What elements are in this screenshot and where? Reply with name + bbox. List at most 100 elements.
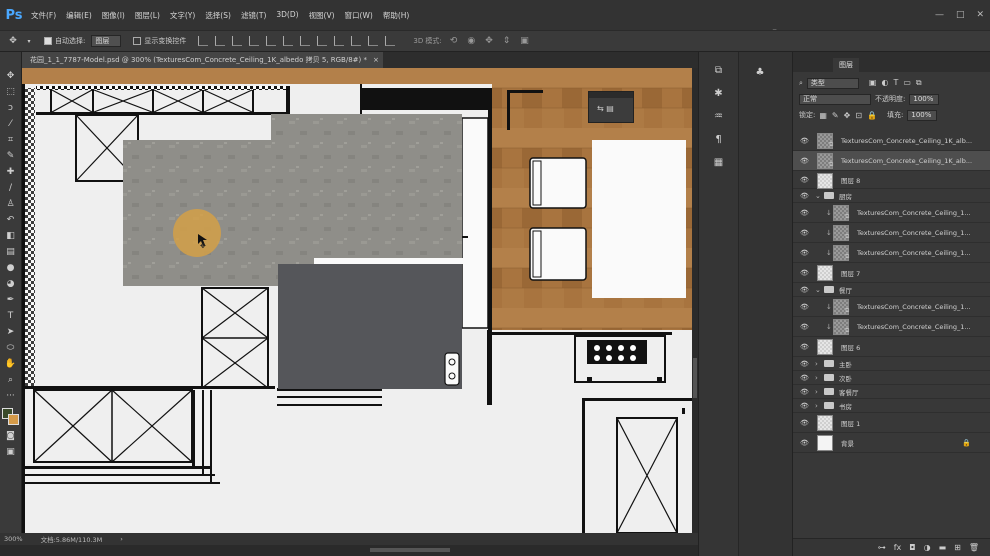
slide-3d-icon[interactable]: ⇕: [503, 36, 511, 46]
chevron-right-icon[interactable]: ›: [815, 360, 823, 368]
opacity-field[interactable]: 100%: [909, 93, 940, 105]
dodge-tool-icon[interactable]: ◕: [4, 278, 18, 290]
lock-all-icon[interactable]: 🔒: [867, 111, 877, 120]
distribute-left-icon[interactable]: [351, 36, 362, 46]
layer-row[interactable]: 👁 背景 🔒: [793, 433, 990, 453]
move-tool-icon[interactable]: ✥: [4, 70, 18, 82]
minimize-icon[interactable]: —: [935, 10, 944, 20]
fx-icon[interactable]: fx: [894, 543, 902, 552]
new-layer-icon[interactable]: ⊞: [954, 543, 961, 552]
distribute-vcenter-icon[interactable]: [317, 36, 328, 46]
zoom-level[interactable]: 300%: [4, 535, 23, 543]
align-right-icon[interactable]: [283, 36, 294, 46]
auto-select-dropdown[interactable]: 图层: [91, 35, 122, 47]
status-arrow-icon[interactable]: ›: [120, 535, 123, 543]
visibility-eye-icon[interactable]: 👁: [800, 192, 810, 200]
crop-tool-icon[interactable]: ⌗: [4, 134, 18, 146]
quick-mask-icon[interactable]: ◙: [4, 430, 18, 442]
align-bottom-icon[interactable]: [232, 36, 243, 46]
gradient-tool-icon[interactable]: ▤: [4, 246, 18, 258]
menu-item-2[interactable]: 图像(I): [97, 10, 130, 21]
menu-item-6[interactable]: 滤镜(T): [236, 10, 271, 21]
layer-row[interactable]: 👁 图层 7: [793, 263, 990, 283]
chevron-right-icon[interactable]: ›: [815, 374, 823, 382]
visibility-eye-icon[interactable]: 👁: [800, 402, 810, 410]
visibility-eye-icon[interactable]: 👁: [800, 343, 810, 351]
lock-artboard-icon[interactable]: ⊡: [855, 111, 862, 120]
visibility-eye-icon[interactable]: 👁: [800, 137, 810, 145]
layer-group-row[interactable]: 👁 › 客餐厅: [793, 385, 990, 399]
align-vcenter-icon[interactable]: [215, 36, 226, 46]
menu-item-3[interactable]: 图层(L): [130, 10, 165, 21]
chevron-right-icon[interactable]: ›: [815, 402, 823, 410]
visibility-eye-icon[interactable]: 👁: [800, 360, 810, 368]
eyedropper-tool-icon[interactable]: ✎: [4, 150, 18, 162]
more-tools-icon[interactable]: ···: [4, 390, 18, 402]
tab-layers[interactable]: 图层: [833, 58, 859, 72]
filter-type-icon[interactable]: T: [893, 78, 898, 88]
blur-tool-icon[interactable]: ●: [4, 262, 18, 274]
layer-group-row[interactable]: 👁 ⌄ 餐厅: [793, 283, 990, 297]
layer-row[interactable]: 👁 ↓ ⧉ TexturesCom_Concrete_Ceiling_1...: [793, 243, 990, 263]
menu-item-1[interactable]: 编辑(E): [61, 10, 97, 21]
blend-mode-dropdown[interactable]: 正常: [799, 93, 871, 105]
chevron-right-icon[interactable]: ›: [815, 388, 823, 396]
link-layers-icon[interactable]: ⊶: [878, 543, 886, 552]
pen-tool-icon[interactable]: ✒: [4, 294, 18, 306]
auto-select-checkbox[interactable]: [44, 37, 52, 45]
background-color-swatch[interactable]: [7, 414, 19, 425]
menu-item-7[interactable]: 3D(D): [271, 10, 303, 21]
visibility-eye-icon[interactable]: 👁: [800, 269, 810, 277]
visibility-eye-icon[interactable]: 👁: [800, 157, 810, 165]
visibility-eye-icon[interactable]: 👁: [800, 323, 810, 331]
menu-item-0[interactable]: 文件(F): [26, 10, 61, 21]
distribute-top-icon[interactable]: [300, 36, 311, 46]
layer-row[interactable]: 👁 图层 8: [793, 171, 990, 189]
filter-kind-dropdown[interactable]: 类型: [806, 77, 859, 89]
lock-icon[interactable]: 🔒: [962, 439, 971, 447]
filter-adjustment-icon[interactable]: ◐: [881, 78, 888, 88]
visibility-eye-icon[interactable]: 👁: [800, 439, 810, 447]
delete-layer-icon[interactable]: 🗑: [969, 543, 979, 552]
visibility-eye-icon[interactable]: 👁: [800, 209, 810, 217]
brush-presets-icon[interactable]: ♣: [753, 66, 767, 78]
zoom-tool-icon[interactable]: ⌕: [4, 374, 18, 386]
panel-options-icon[interactable]: ⇆ ▤: [597, 104, 614, 113]
adjustment-layer-icon[interactable]: ◑: [924, 543, 931, 552]
floating-panel-titlebar[interactable]: [589, 92, 633, 98]
distribute-hcenter-icon[interactable]: [368, 36, 379, 46]
distribute-right-icon[interactable]: [385, 36, 396, 46]
filter-shape-icon[interactable]: ▭: [903, 78, 911, 88]
lock-paint-icon[interactable]: ✎: [832, 111, 839, 120]
visibility-eye-icon[interactable]: 👁: [800, 303, 810, 311]
visibility-eye-icon[interactable]: 👁: [800, 388, 810, 396]
layer-row[interactable]: 👁 图层 6: [793, 337, 990, 357]
character-panel-icon[interactable]: ¶: [712, 133, 726, 145]
color-swatches[interactable]: [1, 408, 20, 426]
shape-tool-icon[interactable]: ⬭: [4, 342, 18, 354]
marquee-tool-icon[interactable]: ⬚: [4, 86, 18, 98]
brush-tool-icon[interactable]: ∕: [4, 182, 18, 194]
visibility-eye-icon[interactable]: 👁: [800, 249, 810, 257]
floating-panel[interactable]: ⇆ ▤: [588, 91, 634, 123]
menu-item-5[interactable]: 选择(S): [200, 10, 236, 21]
layer-group-row[interactable]: 👁 › 书房: [793, 399, 990, 413]
roll-3d-icon[interactable]: ◉: [467, 36, 475, 46]
clone-stamp-tool-icon[interactable]: ♙: [4, 198, 18, 210]
layer-row[interactable]: 👁 ↓ ⧉ TexturesCom_Concrete_Ceiling_1...: [793, 297, 990, 317]
horizontal-scrollbar[interactable]: [0, 545, 698, 556]
healing-brush-tool-icon[interactable]: ✚: [4, 166, 18, 178]
adjustments-panel-icon[interactable]: ♒: [712, 110, 726, 122]
add-mask-icon[interactable]: ◘: [909, 543, 915, 552]
path-selection-tool-icon[interactable]: ➤: [4, 326, 18, 338]
drag-3d-icon[interactable]: ✥: [485, 36, 493, 46]
magic-wand-tool-icon[interactable]: ⁄: [4, 118, 18, 130]
layer-row[interactable]: 👁 ↓ ⧉ TexturesCom_Concrete_Ceiling_1...: [793, 317, 990, 337]
filter-search-icon[interactable]: ⌕: [799, 79, 803, 88]
hand-tool-icon[interactable]: ✋: [4, 358, 18, 370]
align-hcenter-icon[interactable]: [266, 36, 277, 46]
vertical-scroll-thumb[interactable]: [693, 358, 697, 398]
menu-item-10[interactable]: 帮助(H): [378, 10, 415, 21]
layer-row[interactable]: 👁 ⧉ TexturesCom_Concrete_Ceiling_1K_alb...: [793, 151, 990, 171]
scale-3d-icon[interactable]: ▣: [520, 36, 529, 46]
